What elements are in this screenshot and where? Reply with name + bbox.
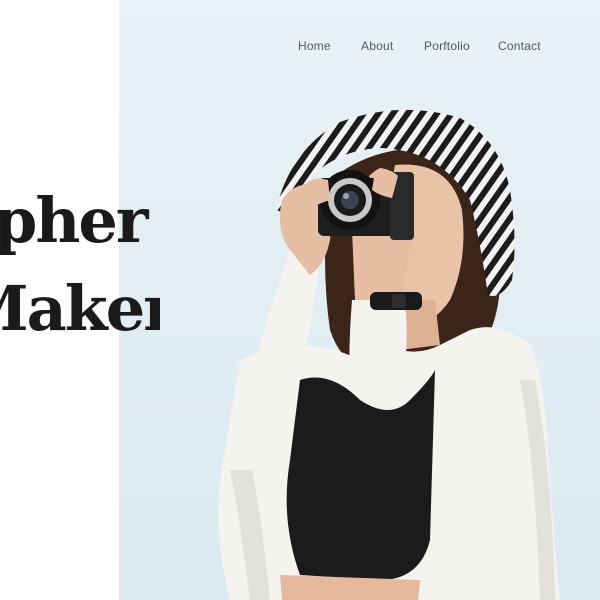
nav-link-portfolio[interactable]: Porftolio bbox=[424, 39, 470, 53]
hero-headline-line1: pher bbox=[0, 184, 149, 257]
hero-headline: pher Maker bbox=[0, 0, 160, 600]
nav-link-about[interactable]: About bbox=[361, 39, 393, 53]
nav-link-contact[interactable]: Contact bbox=[498, 39, 541, 53]
nav-link-home[interactable]: Home bbox=[298, 39, 331, 53]
page: Home About Porftolio Contact pher Maker bbox=[0, 0, 600, 600]
hero-headline-line2: Maker bbox=[0, 272, 160, 345]
hero-photo-photographer bbox=[218, 109, 560, 600]
